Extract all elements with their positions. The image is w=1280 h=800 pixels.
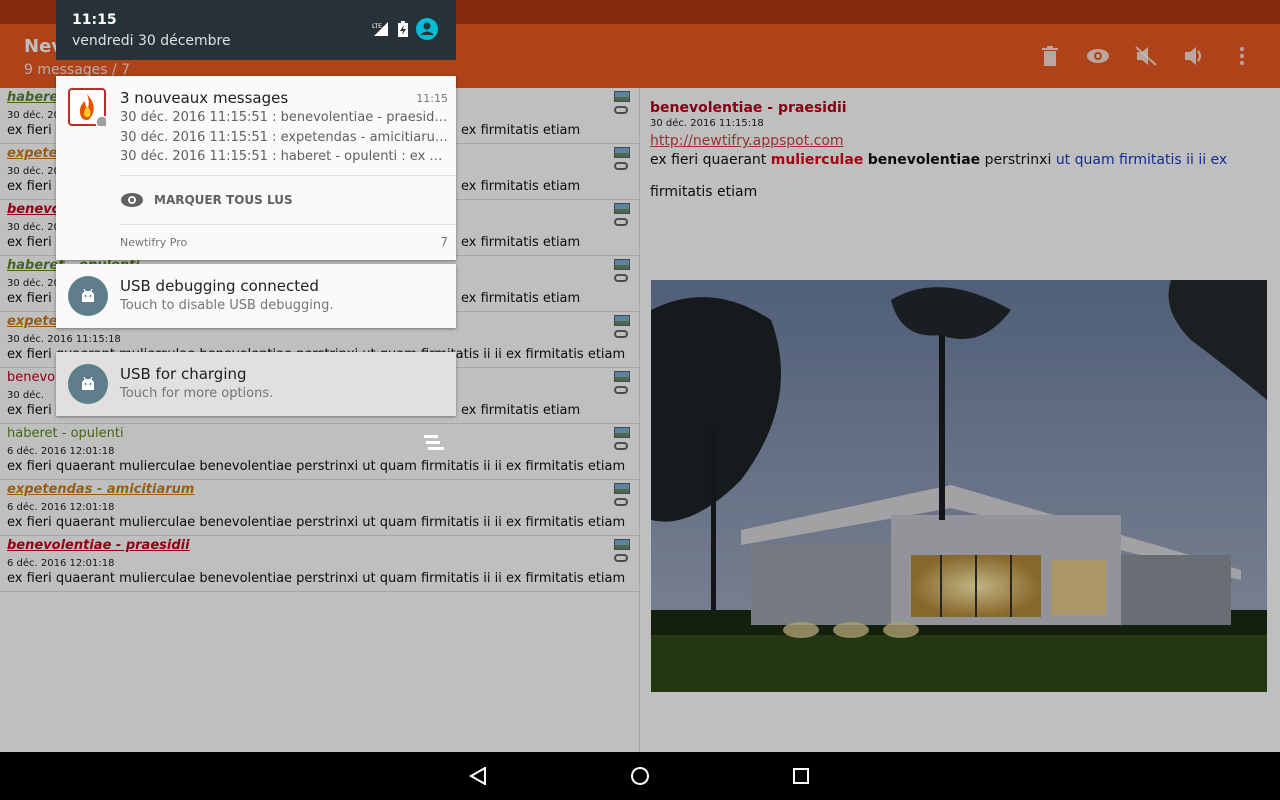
recents-icon[interactable] bbox=[789, 764, 813, 788]
notification-usb-charging[interactable]: USB for charging Touch for more options. bbox=[56, 352, 456, 416]
clear-all-icon[interactable] bbox=[420, 432, 450, 456]
notification-title: USB for charging bbox=[120, 365, 247, 383]
notification-line: 30 déc. 2016 11:15:51 : haberet - opulen… bbox=[120, 149, 448, 164]
notification-usb-debugging[interactable]: USB debugging connected Touch to disable… bbox=[56, 264, 456, 328]
newtifry-app-icon bbox=[68, 88, 109, 129]
mark-all-read-button[interactable]: MARQUER TOUS LUS bbox=[120, 190, 293, 210]
notification-time: 11:15 bbox=[416, 92, 448, 105]
date: vendredi 30 décembre bbox=[72, 33, 231, 49]
mark-all-read-label: MARQUER TOUS LUS bbox=[154, 193, 293, 207]
notification-title: 3 nouveaux messages bbox=[120, 89, 289, 107]
svg-text:LTE: LTE bbox=[372, 23, 382, 30]
lte-signal-icon: LTE bbox=[372, 21, 390, 41]
notification-line: 30 déc. 2016 11:15:51 : expetendas - ami… bbox=[120, 130, 448, 145]
notification-app-name: Newtifry Pro bbox=[120, 236, 188, 249]
notification-newtifry[interactable]: 3 nouveaux messages 11:15 30 déc. 2016 1… bbox=[56, 76, 456, 260]
back-icon[interactable] bbox=[466, 764, 490, 788]
user-avatar-icon[interactable] bbox=[416, 18, 438, 44]
notification-line: 30 déc. 2016 11:15:51 : benevolentiae - … bbox=[120, 110, 448, 125]
android-icon bbox=[68, 364, 108, 404]
divider bbox=[120, 224, 456, 225]
notification-title: USB debugging connected bbox=[120, 277, 319, 295]
home-icon[interactable] bbox=[628, 764, 652, 788]
android-icon bbox=[68, 276, 108, 316]
clock: 11:15 bbox=[72, 12, 117, 28]
battery-charging-icon bbox=[398, 21, 408, 41]
divider bbox=[120, 175, 456, 176]
notification-text: Touch for more options. bbox=[120, 386, 274, 401]
notification-count: 7 bbox=[440, 235, 448, 249]
navigation-bar bbox=[0, 752, 1280, 800]
notification-text: Touch to disable USB debugging. bbox=[120, 298, 334, 313]
quick-settings-header[interactable]: 11:15 vendredi 30 décembre LTE bbox=[56, 0, 456, 60]
eye-icon bbox=[121, 193, 143, 207]
